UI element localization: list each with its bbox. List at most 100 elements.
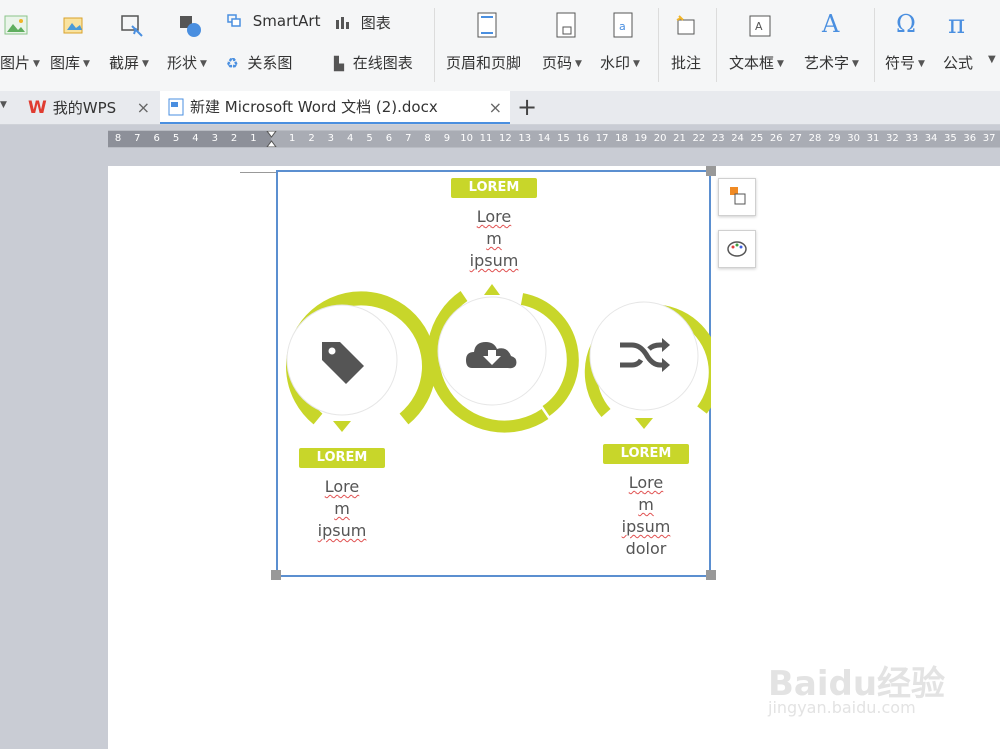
chart-button[interactable]: 图表 [334,12,391,33]
pi-icon: π [948,10,966,40]
watermark-button[interactable]: 水印 ▼ [600,52,640,73]
symbol-button[interactable]: 符号 ▼ [885,52,925,73]
ruler-number: 22 [692,133,706,144]
ruler-number: 5 [366,133,373,144]
style-palette-button[interactable] [718,230,756,268]
close-icon[interactable]: × [137,98,150,117]
svg-text:A: A [755,20,763,33]
smartart-button[interactable]: SmartArt [226,12,320,30]
caret-down-icon: ▼ [142,59,149,69]
ruler-number: 3 [211,133,218,144]
label-top: Lore m ipsum [469,207,519,270]
ruler-number: 28 [808,133,822,144]
ruler-number: 13 [518,133,532,144]
horizontal-ruler[interactable]: 8 7 6 5 4 3 2 1 1 2 3 4 5 6 7 8 9 10 11 12 13 14 15 16 17 18 19 20 2… [108,130,1000,148]
ruler-number: 37 [982,133,996,144]
picture-icon [4,15,28,35]
separator [658,8,659,82]
textbox-button[interactable]: 文本框 ▼ [729,52,784,73]
ruler-number: 24 [731,133,744,144]
watermark-icon: a [613,12,633,38]
caret-down-icon: ▼ [33,59,40,69]
formula-button[interactable]: 公式 [943,52,973,73]
tab-menu-caret-icon[interactable]: ▼ [0,100,7,110]
gallery-button[interactable]: 图库 ▼ [50,52,90,73]
word-doc-icon [168,98,184,115]
ruler-number: 17 [595,133,609,144]
header-footer-icon [477,12,497,38]
shapes-icon [180,16,201,37]
separator [874,8,875,82]
ruler-number: 6 [153,133,160,144]
ruler-number: 12 [499,133,512,144]
screenshot-icon [121,15,143,37]
ruler-number: 9 [443,133,451,144]
ruler-number: 1 [250,133,257,144]
caret-down-icon: ▼ [200,59,207,69]
ribbon-toolbar: SmartArt 图表 a A A Ω π 图片 ▼ 图库 ▼ 截屏 ▼ 形状 ▼ ♻ … [0,0,1000,92]
label-left: Lore m ipsum [317,477,367,540]
ruler-number: 15 [557,133,570,144]
indent-marker-icon[interactable] [266,131,277,147]
close-icon[interactable]: × [489,98,502,117]
picture-button[interactable]: 图片 ▼ [0,52,40,73]
wps-logo-icon: W [28,97,47,118]
online-chart-button[interactable]: ▙ 在线图表 [334,52,413,73]
new-tab-button[interactable]: + [517,93,537,121]
ruler-number: 4 [347,133,354,144]
layout-options-button[interactable] [718,178,756,216]
screenshot-button[interactable]: 截屏 ▼ [109,52,149,73]
relation-diagram-button[interactable]: ♻ 关系图 [226,52,292,73]
ruler-number: 6 [385,133,393,144]
comment-button[interactable]: 批注 [671,52,701,73]
wordart-button[interactable]: 艺术字 ▼ [804,52,859,73]
caret-down-icon: ▼ [575,59,582,69]
textbox-icon: A [749,15,771,37]
ruler-number: 29 [827,133,841,144]
ruler-number: 10 [460,133,474,144]
caret-down-icon: ▼ [633,59,640,69]
shapes-button[interactable]: 形状 ▼ [167,52,207,73]
ruler-number: 19 [634,133,648,144]
ruler-number: 32 [886,133,899,144]
ruler-number: 34 [924,133,938,144]
ruler-number: 2 [308,133,315,144]
ruler-number: 33 [905,133,919,144]
wordart-icon: A [822,10,840,38]
ruler-number: 1 [288,133,296,144]
margin-mark [240,172,276,173]
ruler-number: 4 [192,133,199,144]
ruler-number: 25 [750,133,764,144]
ruler-number: 21 [673,133,686,144]
caret-down-icon: ▼ [852,59,859,69]
page-number-button[interactable]: 页码 ▼ [542,52,582,73]
ruler-number: 30 [847,133,861,144]
caret-down-icon: ▼ [777,59,784,69]
tab-document[interactable]: 新建 Microsoft Word 文档 (2).docx × [160,91,510,124]
smartart-icon [227,14,241,27]
ruler-number: 2 [230,133,238,144]
caret-down-icon: ▼ [83,59,90,69]
ruler-number: 7 [134,133,141,144]
page-number-icon [556,12,576,38]
ruler-number: 8 [424,133,431,144]
ruler-number: 14 [537,133,551,144]
svg-text:a: a [619,20,626,33]
ruler-number: 36 [963,133,977,144]
badge-top: LOREM [451,178,537,198]
document-tab-bar: ▼ W 我的WPS × 新建 Microsoft Word 文档 (2).doc… [0,91,1000,125]
ribbon-scroll-caret-icon[interactable]: ▼ [988,54,996,65]
gallery-icon [63,17,83,34]
relation-icon: ♻ [226,56,239,72]
separator [716,8,717,82]
ruler-number: 35 [944,133,957,144]
bar-chart-icon [336,17,349,29]
comment-icon [676,15,695,35]
ruler-number: 3 [327,133,335,144]
ruler-number: 5 [172,133,180,144]
header-footer-button[interactable]: 页眉和页脚 [446,52,521,73]
label-right: Lore m ipsum dolor [621,473,671,558]
document-page[interactable]: LOREM Lore m ipsum LOREM Lore m ipsum LO… [108,166,1000,749]
separator [434,8,435,82]
tab-my-wps[interactable]: W 我的WPS × [20,91,158,124]
